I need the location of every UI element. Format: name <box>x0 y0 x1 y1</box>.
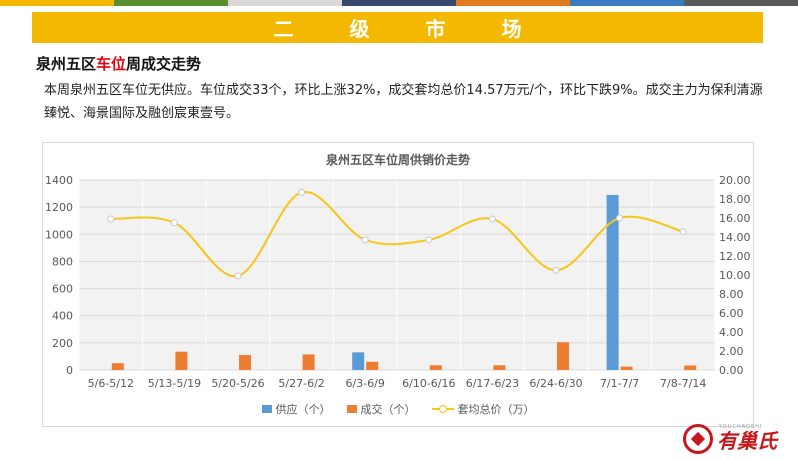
x-tick-label: 6/10-6/16 <box>402 377 455 390</box>
price-point <box>234 272 242 280</box>
stripe-segment <box>570 0 684 6</box>
x-tick-label: 5/13-5/19 <box>148 377 201 390</box>
y-right-tick-label: 10.00 <box>719 269 751 282</box>
logo-subtext: YOUCHAOSHI <box>719 424 763 430</box>
bar-deal <box>366 361 379 370</box>
stripe-segment <box>684 0 798 6</box>
chart-legend: 供应（个） 成交（个） 套均总价（万） <box>43 401 753 417</box>
heading-highlight: 车位 <box>96 55 127 73</box>
price-point <box>425 236 433 244</box>
x-tick-label: 6/17-6/23 <box>466 377 519 390</box>
price-point <box>679 228 687 236</box>
legend-item: 套均总价（万） <box>431 401 535 417</box>
x-tick-label: 5/27-6/2 <box>278 377 324 390</box>
x-tick-label: 6/24-6/30 <box>529 377 582 390</box>
y-right-tick-label: 12.00 <box>719 250 751 263</box>
x-tick-label: 6/3-6/9 <box>346 377 385 390</box>
heading-prefix: 泉州五区 <box>36 55 97 73</box>
bar-deal <box>620 366 633 370</box>
legend-swatch <box>261 405 272 413</box>
x-tick-label: 7/8-7/14 <box>660 377 706 390</box>
y-right-tick-label: 18.00 <box>719 193 751 206</box>
bar-deal <box>111 363 124 370</box>
legend-label: 供应（个） <box>275 403 331 416</box>
bar-deal <box>557 342 569 370</box>
y-right-tick-label: 2.00 <box>719 345 744 358</box>
y-right-tick-label: 16.00 <box>719 212 751 225</box>
price-point <box>552 266 560 274</box>
heading-suffix: 周成交走势 <box>126 55 202 73</box>
section-banner: 二级市场 <box>32 12 763 43</box>
y-left-tick-label: 400 <box>52 310 73 323</box>
price-point <box>107 215 115 223</box>
y-left-tick-label: 800 <box>52 255 73 268</box>
legend-item: 供应（个） <box>261 401 331 417</box>
legend-item: 成交（个） <box>346 401 416 417</box>
y-left-tick-label: 1000 <box>45 228 73 241</box>
bar-deal <box>684 365 697 370</box>
y-left-tick-label: 200 <box>52 337 73 350</box>
stripe-segment <box>228 0 342 6</box>
legend-swatch <box>346 405 357 413</box>
bar-deal <box>493 365 506 370</box>
price-point <box>616 214 624 222</box>
stripe-segment <box>342 0 456 6</box>
bar-deal <box>239 355 251 370</box>
chart-container: 泉州五区车位周供销价走势 0 200 400 600 800 1000 1200 1400 0.… <box>42 142 754 427</box>
legend-label: 成交（个） <box>360 403 416 416</box>
y-right-tick-label: 8.00 <box>719 288 744 301</box>
y-left-tick-label: 1400 <box>45 174 73 187</box>
chart-plot: 0 200 400 600 800 1000 1200 1400 0.00 2.00 4.00 6.0… <box>45 174 751 390</box>
top-color-stripe <box>0 0 798 6</box>
y-right-tick-label: 0.00 <box>719 364 744 377</box>
y-right-tick-label: 6.00 <box>719 307 744 320</box>
y-right-tick-label: 14.00 <box>719 231 751 244</box>
x-tick-label: 5/6-5/12 <box>88 377 134 390</box>
price-point <box>298 188 306 196</box>
y-right-tick-label: 4.00 <box>719 326 744 339</box>
banner-title: 二级市场 <box>273 17 578 41</box>
legend-label: 套均总价（万） <box>457 403 535 416</box>
brand-logo: 有巢氏 YOUCHAOSHI <box>683 422 793 456</box>
y-left-tick-label: 600 <box>52 283 73 296</box>
y-left-tick-label: 0 <box>66 364 73 377</box>
price-point <box>488 215 496 223</box>
bar-deal <box>302 354 315 370</box>
section-heading: 泉州五区车位周成交走势 <box>36 53 201 74</box>
summary-paragraph: 本周泉州五区车位无供应。车位成交33个，环比上涨32%，成交套均总价14.57万… <box>44 83 763 121</box>
legend-swatch <box>431 404 454 414</box>
price-point <box>170 219 178 227</box>
x-tick-label: 7/1-7/7 <box>600 377 639 390</box>
logo-icon <box>683 424 713 454</box>
stripe-segment <box>114 0 228 6</box>
stripe-segment <box>0 0 114 6</box>
y-right-tick-label: 20.00 <box>719 174 751 187</box>
y-left-tick-label: 1200 <box>45 201 73 214</box>
x-tick-label: 5/20-5/26 <box>211 377 264 390</box>
price-point <box>361 236 369 244</box>
stripe-segment <box>456 0 570 6</box>
bar-deal <box>429 365 442 370</box>
bar-deal <box>175 351 188 370</box>
bar-supply <box>352 352 365 370</box>
